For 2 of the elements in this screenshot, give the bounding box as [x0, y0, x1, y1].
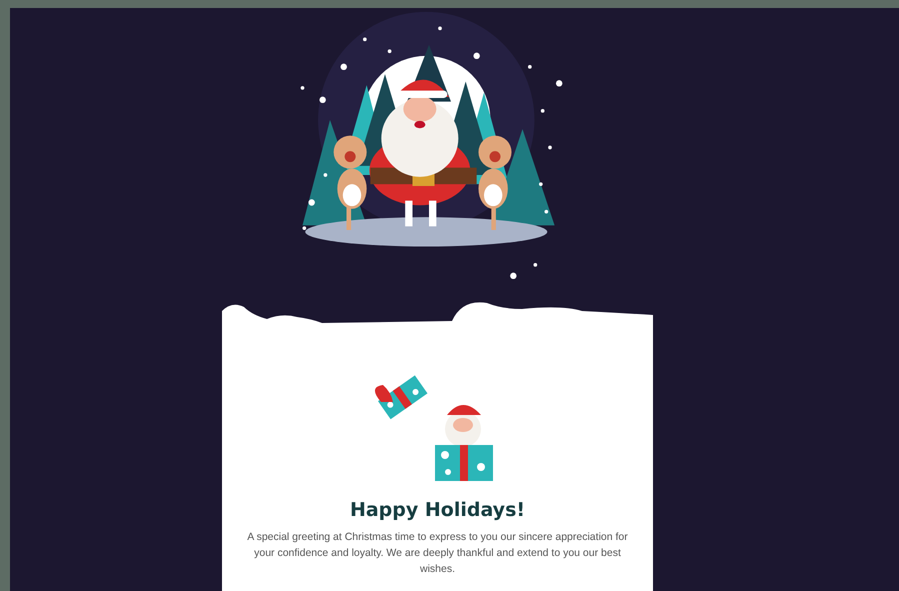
greeting-title: Happy Holidays!: [350, 499, 526, 521]
greeting-message: A special greeting at Christmas time to express to you our sincere appreciation for your confidence and loyalty. We are deeply thankful and extend to you our best wishes.: [246, 530, 629, 577]
